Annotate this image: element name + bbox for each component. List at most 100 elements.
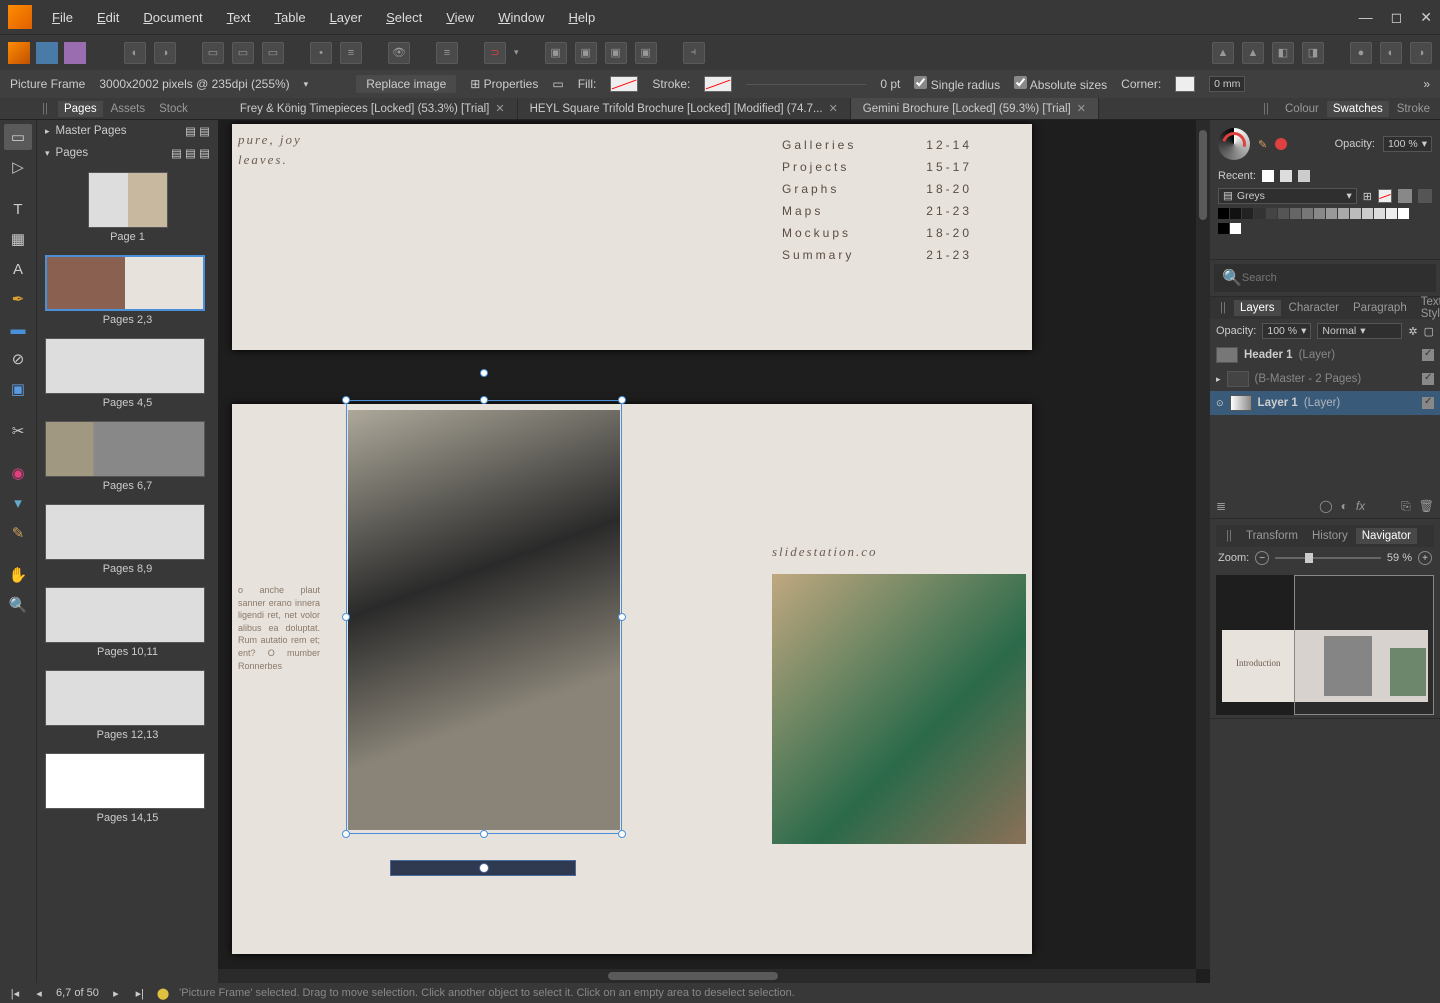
menu-table[interactable]: Table [274, 10, 305, 25]
tab-stock[interactable]: Stock [153, 101, 194, 117]
picture-frame-tool-icon[interactable]: ▣ [4, 376, 32, 402]
tab-navigator[interactable]: Navigator [1356, 528, 1417, 544]
properties-button[interactable]: ⊞ Properties [470, 77, 538, 91]
table-tool-icon[interactable]: ▦ [4, 226, 32, 252]
palette-select[interactable]: ▤ Greys▾ [1218, 188, 1357, 204]
page-thumbnails[interactable]: Page 1 Pages 2,3 Pages 4,5 Pages 6,7 Pag… [37, 164, 218, 983]
zoom-slider[interactable] [1275, 557, 1381, 559]
navigator-view[interactable]: Introduction [1216, 575, 1434, 715]
visibility-check[interactable] [1422, 349, 1434, 361]
vscrollbar[interactable] [1196, 120, 1210, 969]
page-thumb[interactable]: Pages 2,3 [45, 255, 210, 326]
toolbar-icon[interactable]: 👁 [388, 42, 410, 64]
flip-icon[interactable]: ▲ [1242, 42, 1264, 64]
fill-tool-icon[interactable]: ◉ [4, 460, 32, 486]
tab-character[interactable]: Character [1283, 300, 1346, 316]
crop-tool-icon[interactable]: ✂ [4, 418, 32, 444]
zoom-tool-icon[interactable]: 🔍 [4, 592, 32, 618]
mask-icon[interactable]: ◯ [1319, 499, 1332, 514]
search-field[interactable]: 🔍 [1214, 264, 1436, 292]
grey-swatch[interactable] [1418, 189, 1432, 203]
swap-color-icon[interactable] [1275, 138, 1287, 150]
align-icon[interactable]: ⫞ [683, 42, 705, 64]
maximize-icon[interactable]: ◻ [1391, 9, 1403, 26]
snap-icon[interactable]: ⊃ [484, 42, 506, 64]
tab-layers[interactable]: Layers [1234, 300, 1281, 316]
replace-image-button[interactable]: Replace image [356, 75, 456, 93]
doc-tab[interactable]: HEYL Square Trifold Brochure [Locked] [M… [518, 98, 851, 119]
blend-mode[interactable]: Normal ▾ [1317, 323, 1402, 339]
rectangle-tool-icon[interactable]: ▬ [4, 316, 32, 342]
preflight-icon[interactable]: ⬤ [157, 987, 169, 1000]
page-indicator[interactable]: 6,7 of 50 [56, 987, 99, 999]
photo-right[interactable] [772, 574, 1026, 844]
none-swatch[interactable] [1378, 189, 1392, 203]
panel-opts-icon[interactable]: ▤ ▤ ▤ [171, 146, 210, 160]
zoom-out-icon[interactable]: − [1255, 551, 1269, 565]
layer-row[interactable]: ⊙ Layer 1(Layer) [1210, 391, 1440, 415]
frame-text-tool-icon[interactable]: T [4, 196, 32, 222]
prev-page-icon[interactable]: ◂ [32, 986, 46, 1000]
grey-swatch[interactable] [1398, 189, 1412, 203]
boolean-icon[interactable]: ◐ [1380, 42, 1402, 64]
canvas[interactable]: pure, joy leaves. Galleries12-14 Project… [218, 120, 1210, 983]
layer-row[interactable]: ▸ (B-Master - 2 Pages) [1210, 367, 1440, 391]
zoom-in-icon[interactable]: + [1418, 551, 1432, 565]
adjust-icon[interactable]: ◐ [1341, 499, 1348, 514]
corner-type[interactable] [1175, 76, 1195, 92]
persona-photo-icon[interactable] [64, 42, 86, 64]
eyedropper-tool-icon[interactable]: ✎ [4, 520, 32, 546]
arrange-icon[interactable]: ▣ [545, 42, 567, 64]
visibility-check[interactable] [1422, 397, 1434, 409]
menu-document[interactable]: Document [143, 10, 202, 25]
color-selector-icon[interactable] [1218, 128, 1250, 160]
toolbar-icon[interactable]: ▭ [202, 42, 224, 64]
menu-file[interactable]: File [52, 10, 73, 25]
menu-view[interactable]: View [446, 10, 474, 25]
absolute-sizes-check[interactable]: Absolute sizes [1014, 76, 1107, 92]
persona-publisher-icon[interactable] [8, 42, 30, 64]
stroke-swatch[interactable] [704, 76, 732, 92]
page-thumb[interactable]: Pages 8,9 [45, 504, 210, 575]
doc-tab[interactable]: Frey & König Timepieces [Locked] (53.3%)… [228, 98, 518, 119]
toolbar-icon[interactable]: ◐ [124, 42, 146, 64]
search-input[interactable] [1242, 272, 1428, 284]
expand-icon[interactable]: ⊙ [1216, 398, 1224, 409]
frame-props-icon[interactable]: ▭ [552, 77, 563, 91]
close-icon[interactable]: ✕ [1420, 9, 1432, 26]
tab-textstyles[interactable]: Text Styles [1415, 294, 1440, 322]
panel-opts-icon[interactable]: ▤ ▤ [185, 124, 210, 138]
zoom-value[interactable]: 59 % [1387, 552, 1412, 564]
toolbar-icon[interactable]: ◑ [154, 42, 176, 64]
overflow-icon[interactable]: » [1423, 77, 1430, 91]
close-tab-icon[interactable]: ✕ [829, 102, 838, 115]
move-tool-icon[interactable]: ▭ [4, 124, 32, 150]
toolbar-icon[interactable]: • [310, 42, 332, 64]
page-thumb[interactable]: Pages 6,7 [45, 421, 210, 492]
fill-swatch[interactable] [610, 76, 638, 92]
tab-history[interactable]: History [1306, 528, 1354, 544]
tab-transform[interactable]: Transform [1240, 528, 1304, 544]
close-tab-icon[interactable]: ✕ [495, 102, 504, 115]
minimize-icon[interactable]: — [1359, 9, 1373, 26]
shape-tool-icon[interactable]: ⊘ [4, 346, 32, 372]
tab-stroke[interactable]: Stroke [1391, 101, 1436, 117]
disclosure-icon[interactable]: ▸ [45, 126, 50, 137]
single-radius-check[interactable]: Single radius [914, 76, 1000, 92]
boolean-icon[interactable]: ◑ [1410, 42, 1432, 64]
rotate-icon[interactable]: ◧ [1272, 42, 1294, 64]
menu-select[interactable]: Select [386, 10, 422, 25]
page-thumb[interactable]: Pages 14,15 [45, 753, 210, 824]
visibility-check[interactable] [1422, 373, 1434, 385]
hand-tool-icon[interactable]: ✋ [4, 562, 32, 588]
node-tool-icon[interactable]: ▷ [4, 154, 32, 180]
layer-opacity-value[interactable]: 100 % ▾ [1262, 323, 1311, 339]
artistic-text-tool-icon[interactable]: A [4, 256, 32, 282]
menu-text[interactable]: Text [227, 10, 251, 25]
transparency-tool-icon[interactable]: ▾ [4, 490, 32, 516]
toolbar-icon[interactable]: ▭ [262, 42, 284, 64]
page-thumb[interactable]: Pages 12,13 [45, 670, 210, 741]
toolbar-icon[interactable]: ▭ [232, 42, 254, 64]
doc-tab[interactable]: Gemini Brochure [Locked] (59.3%) [Trial]… [851, 98, 1099, 119]
page-thumb[interactable]: Pages 10,11 [45, 587, 210, 658]
